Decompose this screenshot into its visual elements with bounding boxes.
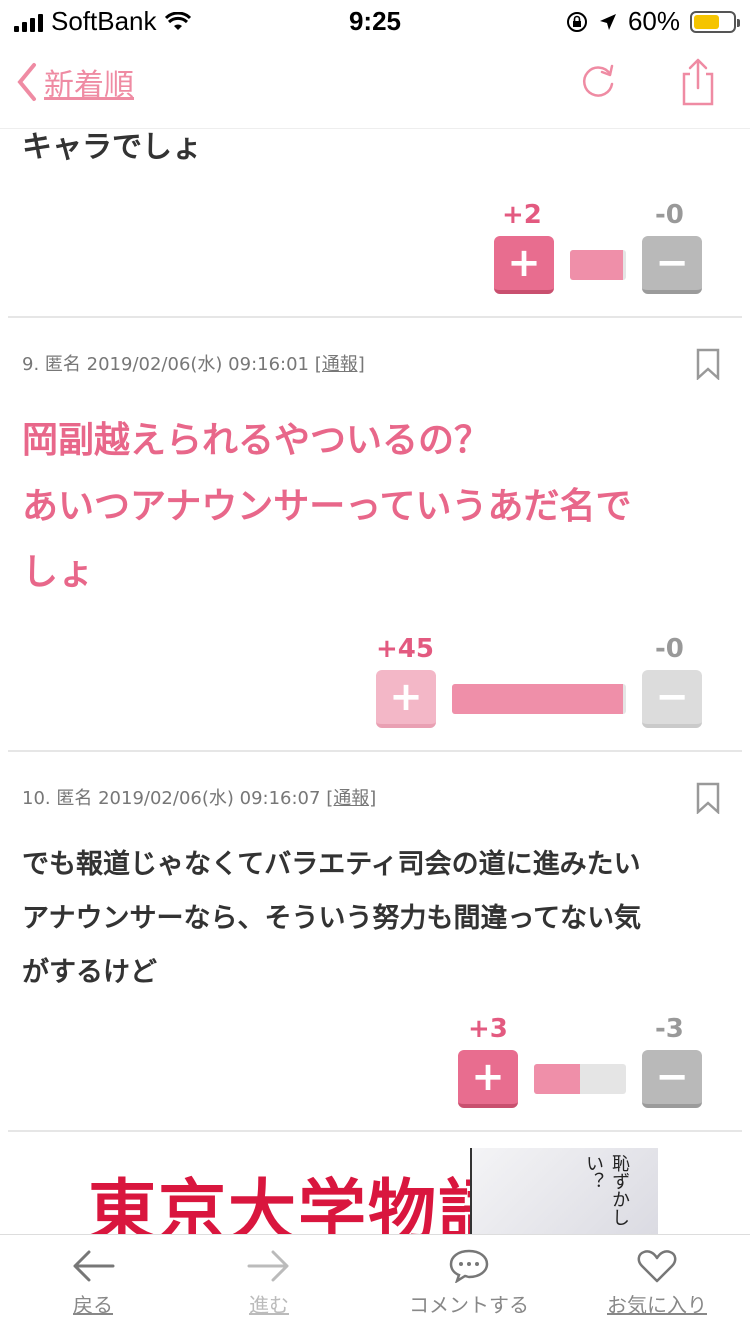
report-link[interactable]: [通報] (315, 354, 365, 375)
bottom-toolbar: 戻る 進む コメントする お気に入り (0, 1234, 750, 1335)
comment-text: 岡副越えられるやついるの？ あいつアナウンサーっていうあだ名で しょ (22, 408, 712, 606)
divider (8, 1130, 742, 1132)
back-label: 新着順 (44, 68, 134, 103)
comment-meta: 9. 匿名 2019/02/06(水) 09:16:01 [通報] (22, 350, 365, 376)
comment-number: 9. (22, 354, 40, 375)
divider (8, 316, 742, 318)
comment-text: でも報道じゃなくてバラエティ司会の道に進みたい アナウンサーなら、そういう努力も… (22, 838, 712, 1000)
minus-vote-button[interactable]: − (642, 236, 702, 294)
comment-text: キャラでしょ (22, 130, 202, 165)
location-icon (599, 13, 616, 30)
comment-label: コメントする (409, 1293, 529, 1317)
refresh-icon[interactable] (576, 60, 620, 104)
vote-ratio-bar (452, 684, 626, 714)
comment-author: 匿名 (56, 788, 93, 809)
comment-number: 10. (22, 788, 51, 809)
minus-vote-button[interactable]: − (642, 670, 702, 728)
bookmark-icon[interactable] (696, 348, 720, 380)
plus-vote-button[interactable]: + (376, 670, 436, 728)
back-button[interactable]: 戻る (28, 1249, 158, 1318)
chevron-left-icon (17, 63, 36, 101)
speech-bubble-icon (449, 1249, 489, 1283)
rotation-lock-icon (566, 11, 587, 32)
status-bar: SoftBank 9:25 60% (0, 0, 750, 42)
comment-line: しょ (22, 552, 95, 593)
minus-score: -0 (655, 200, 684, 230)
comment-line: 岡副越えられるやついるの？ (22, 420, 491, 461)
navigation-bar: 新着順 (0, 42, 750, 129)
comment-author: 匿名 (44, 354, 81, 375)
comment-line: でも報道じゃなくてバラエティ司会の道に進みたい (22, 849, 641, 880)
plus-score: +45 (376, 634, 434, 664)
forward-label: 進む (249, 1293, 289, 1317)
ad-title: 東京大学物語 (88, 1172, 509, 1234)
forward-button[interactable]: 進む (204, 1249, 334, 1318)
back-to-newest-button[interactable]: 新着順 (16, 60, 134, 104)
vote-ratio-bar (570, 250, 626, 280)
favorite-label: お気に入り (607, 1293, 707, 1317)
comment-button[interactable]: コメントする (394, 1249, 544, 1318)
plus-score: +3 (468, 1014, 508, 1044)
comment-line: あいつアナウンサーっていうあだ名で (22, 486, 632, 527)
plus-score: +2 (502, 200, 542, 230)
bookmark-icon[interactable] (696, 782, 720, 814)
minus-vote-button[interactable]: − (642, 1050, 702, 1108)
battery-percent: 60% (627, 6, 680, 36)
ad-illustration: 恥ずかしい？ (470, 1148, 658, 1234)
favorite-button[interactable]: お気に入り (592, 1249, 722, 1318)
battery-icon (690, 10, 740, 33)
ad-banner[interactable]: 東京大学物語 恥ずかしい？ (88, 1148, 658, 1234)
arrow-right-icon (247, 1250, 289, 1282)
share-icon[interactable] (676, 56, 720, 108)
heart-icon (637, 1250, 677, 1283)
comment-line: がするけど (22, 957, 157, 988)
comment-list: キャラでしょ +2 -0 + − 9. 匿名 2019/02/06(水) 09:… (0, 128, 750, 1234)
vote-ratio-bar (534, 1064, 626, 1094)
comment-datetime: 2019/02/06(水) 09:16:07 (98, 788, 321, 809)
arrow-left-icon (73, 1250, 115, 1282)
minus-score: -0 (655, 634, 684, 664)
back-label: 戻る (73, 1293, 113, 1317)
ad-art-text: 恥ずかしい？ (583, 1154, 630, 1226)
comment-line: アナウンサーなら、そういう努力も間違ってない気 (22, 903, 642, 934)
plus-vote-button[interactable]: + (458, 1050, 518, 1108)
comment-datetime: 2019/02/06(水) 09:16:01 (86, 354, 310, 375)
plus-vote-button[interactable]: + (494, 236, 554, 294)
divider (8, 750, 742, 752)
comment-meta: 10. 匿名 2019/02/06(水) 09:16:07 [通報] (22, 784, 376, 810)
minus-score: -3 (655, 1014, 684, 1044)
report-link[interactable]: [通報] (326, 788, 376, 809)
